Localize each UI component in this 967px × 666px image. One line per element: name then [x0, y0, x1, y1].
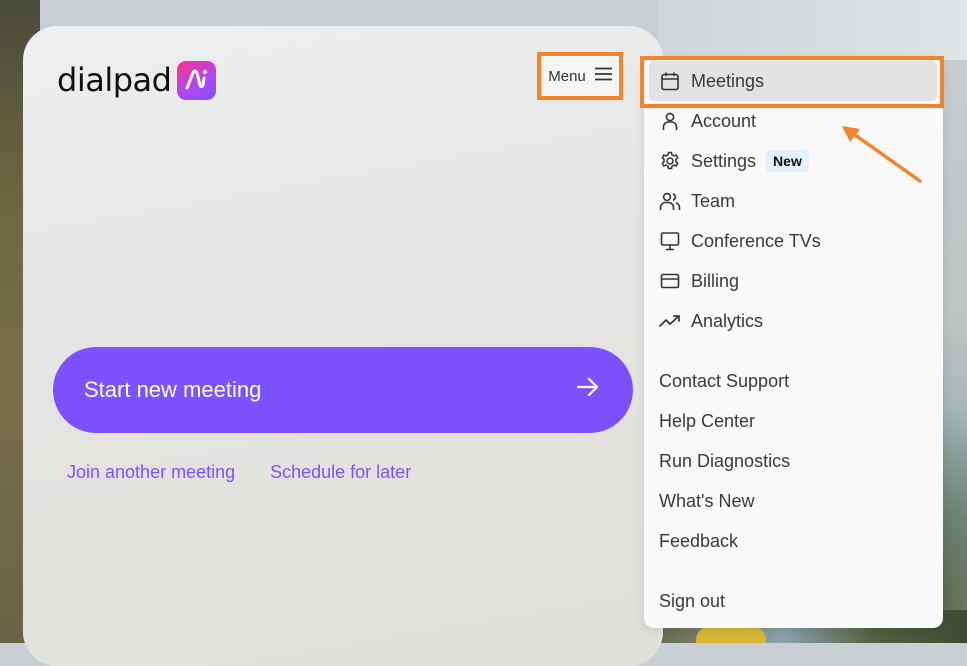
menu-item-help-center[interactable]: Help Center — [659, 406, 755, 436]
menu-item-team[interactable]: Team — [644, 181, 943, 221]
menu-button-label: Menu — [548, 67, 586, 85]
menu-item-account[interactable]: Account — [644, 101, 943, 141]
ai-badge-icon — [177, 60, 217, 100]
menu-item-feedback[interactable]: Feedback — [659, 526, 738, 556]
menu-item-label: Billing — [691, 270, 740, 291]
menu-item-label: Account — [691, 110, 757, 131]
gear-icon — [659, 150, 681, 172]
schedule-for-later-link[interactable]: Schedule for later — [270, 462, 411, 483]
menu-item-meetings[interactable]: Meetings — [649, 61, 937, 101]
background-sky — [657, 0, 967, 60]
start-button-label: Start new meeting — [84, 377, 262, 402]
menu-item-label: Team — [691, 190, 736, 211]
menu-item-run-diagnostics[interactable]: Run Diagnostics — [659, 446, 790, 476]
menu-item-label: Conference TVs — [691, 230, 821, 251]
join-another-meeting-link[interactable]: Join another meeting — [67, 462, 235, 483]
menu-item-whats-new[interactable]: What's New — [659, 486, 754, 516]
hamburger-icon — [594, 67, 612, 85]
menu-button[interactable]: Menu — [537, 52, 623, 100]
menu-dropdown: Meetings Account Settings New Team Confe… — [644, 58, 943, 628]
arrow-right-icon — [576, 375, 600, 405]
calendar-icon — [659, 70, 681, 92]
menu-item-settings[interactable]: Settings New — [644, 141, 943, 181]
menu-item-conference-tvs[interactable]: Conference TVs — [644, 221, 943, 261]
credit-card-icon — [659, 270, 681, 292]
menu-item-contact-support[interactable]: Contact Support — [659, 366, 789, 396]
dialpad-logo: dialpad — [57, 60, 217, 100]
menu-item-label: Settings — [691, 150, 757, 171]
user-icon — [659, 110, 681, 132]
main-card — [23, 26, 663, 666]
menu-item-billing[interactable]: Billing — [644, 261, 943, 301]
menu-item-label: Meetings — [691, 70, 765, 91]
menu-item-label: Analytics — [691, 310, 764, 331]
new-badge: New — [766, 150, 809, 172]
menu-item-sign-out[interactable]: Sign out — [659, 586, 725, 616]
secondary-links: Join another meeting Schedule for later — [67, 462, 411, 483]
trending-up-icon — [659, 310, 681, 332]
logo-wordmark: dialpad — [57, 61, 172, 99]
monitor-icon — [659, 230, 681, 252]
menu-item-analytics[interactable]: Analytics — [644, 301, 943, 341]
start-new-meeting-button[interactable]: Start new meeting — [53, 347, 633, 433]
background-person — [696, 626, 766, 643]
users-icon — [659, 190, 681, 212]
